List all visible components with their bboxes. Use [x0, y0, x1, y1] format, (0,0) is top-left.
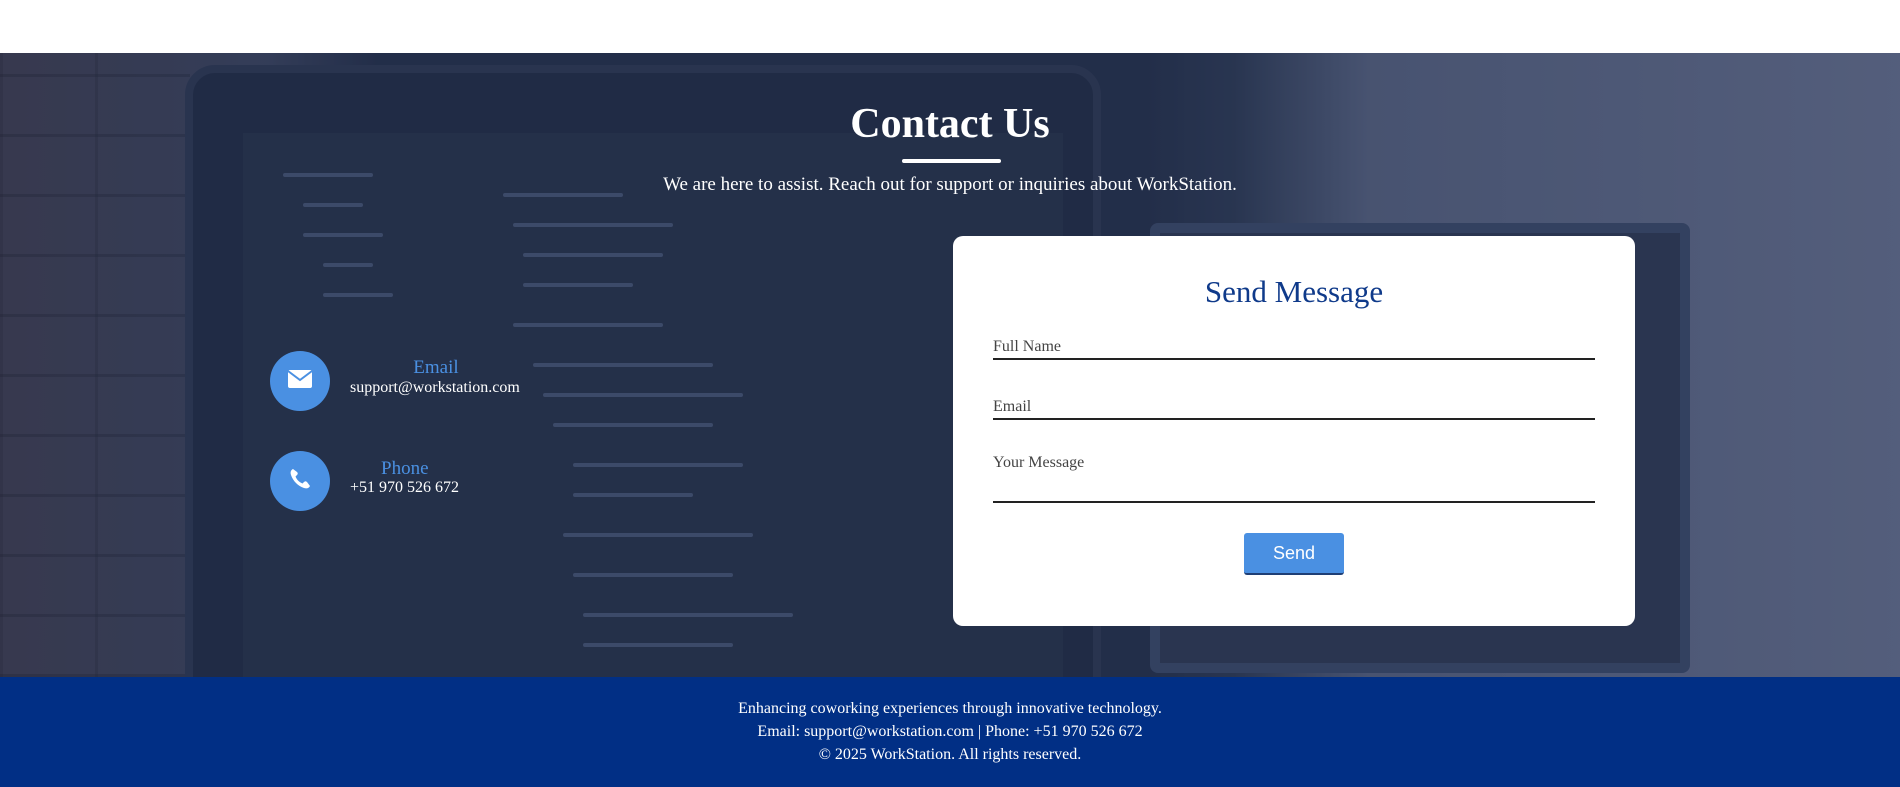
email-info: Email support@workstation.com — [270, 351, 550, 413]
contact-section: Contact Us We are here to assist. Reach … — [0, 53, 1900, 677]
form-title: Send Message — [1204, 274, 1384, 309]
envelope-icon — [287, 369, 313, 394]
top-bar — [0, 0, 1900, 53]
full-name-input[interactable] — [993, 336, 1595, 358]
email-form-field — [993, 396, 1595, 420]
send-button[interactable]: Send — [1244, 533, 1344, 575]
email-label: Email — [413, 357, 459, 378]
email-input[interactable] — [993, 396, 1595, 418]
email-icon-circle — [270, 351, 330, 411]
message-input[interactable] — [993, 454, 1595, 496]
footer: Enhancing coworking experiences through … — [0, 677, 1900, 787]
page-subtitle: We are here to assist. Reach out for sup… — [663, 174, 1237, 195]
phone-icon-circle — [270, 451, 330, 511]
email-value: support@workstation.com — [350, 379, 520, 396]
full-name-field — [993, 336, 1595, 360]
phone-icon — [288, 467, 312, 496]
title-underline — [902, 159, 1001, 163]
page-title: Contact Us — [850, 101, 1050, 147]
phone-value: +51 970 526 672 — [350, 479, 460, 496]
footer-tagline: Enhancing coworking experiences through … — [738, 700, 1162, 717]
footer-contact-line: Email: support@workstation.com | Phone: … — [757, 723, 1143, 740]
footer-copyright: © 2025 WorkStation. All rights reserved. — [818, 746, 1082, 763]
phone-label: Phone — [381, 458, 429, 479]
phone-info: Phone +51 970 526 672 — [270, 451, 550, 513]
message-field — [993, 454, 1595, 503]
send-message-form: Send Message Send — [953, 236, 1635, 626]
